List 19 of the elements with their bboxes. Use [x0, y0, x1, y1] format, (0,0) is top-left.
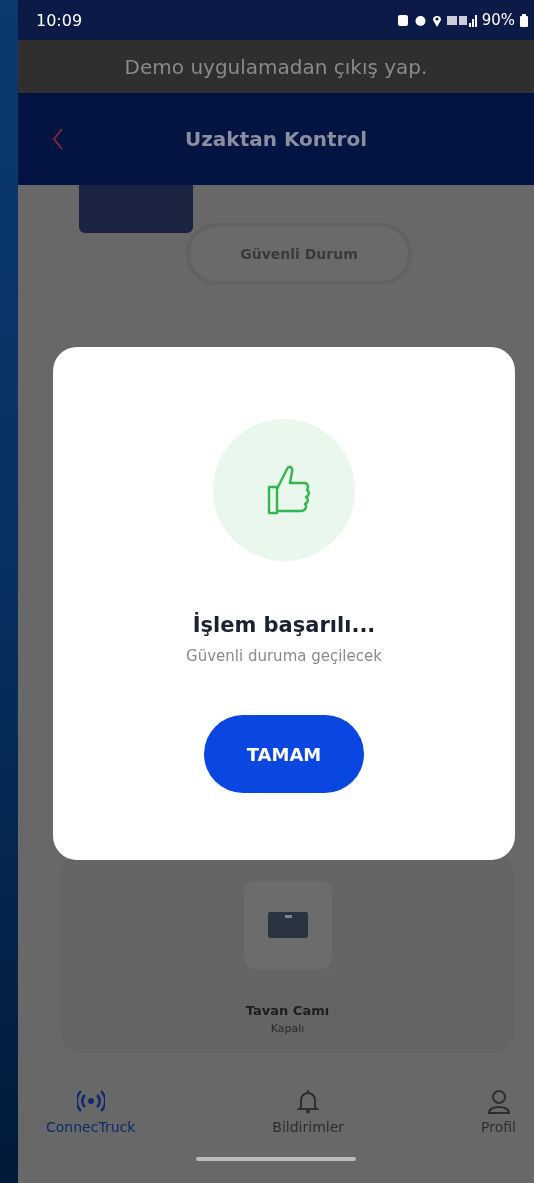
battery-icon	[520, 13, 528, 27]
demo-exit-link[interactable]: Demo uygulamadan çıkış yap.	[124, 54, 428, 79]
back-icon[interactable]	[52, 127, 64, 151]
signal-icon	[446, 13, 477, 27]
tile-status: Kapalı	[270, 1022, 305, 1035]
ok-button[interactable]: TAMAM	[204, 715, 364, 793]
nav-tab[interactable]: ConnecTruck	[46, 1087, 136, 1135]
dialog-title: İşlem başarılı...	[192, 613, 376, 637]
status-time: 10:09	[36, 10, 83, 30]
sunroof-icon	[265, 910, 310, 940]
signal-icon	[76, 1087, 105, 1115]
tile-label: Tavan Camı	[245, 1003, 330, 1018]
demo-banner[interactable]: Demo uygulamadan çıkış yap.	[18, 40, 534, 93]
dialog-message: Güvenli duruma geçilecek	[186, 647, 382, 665]
battery-level: 90%	[481, 11, 515, 29]
location-icon	[431, 13, 442, 27]
nav-tab[interactable]: Profil	[481, 1087, 516, 1135]
nav-tab[interactable]: Bildirimler	[272, 1087, 345, 1135]
header-title: Uzaktan Kontrol	[184, 127, 368, 151]
